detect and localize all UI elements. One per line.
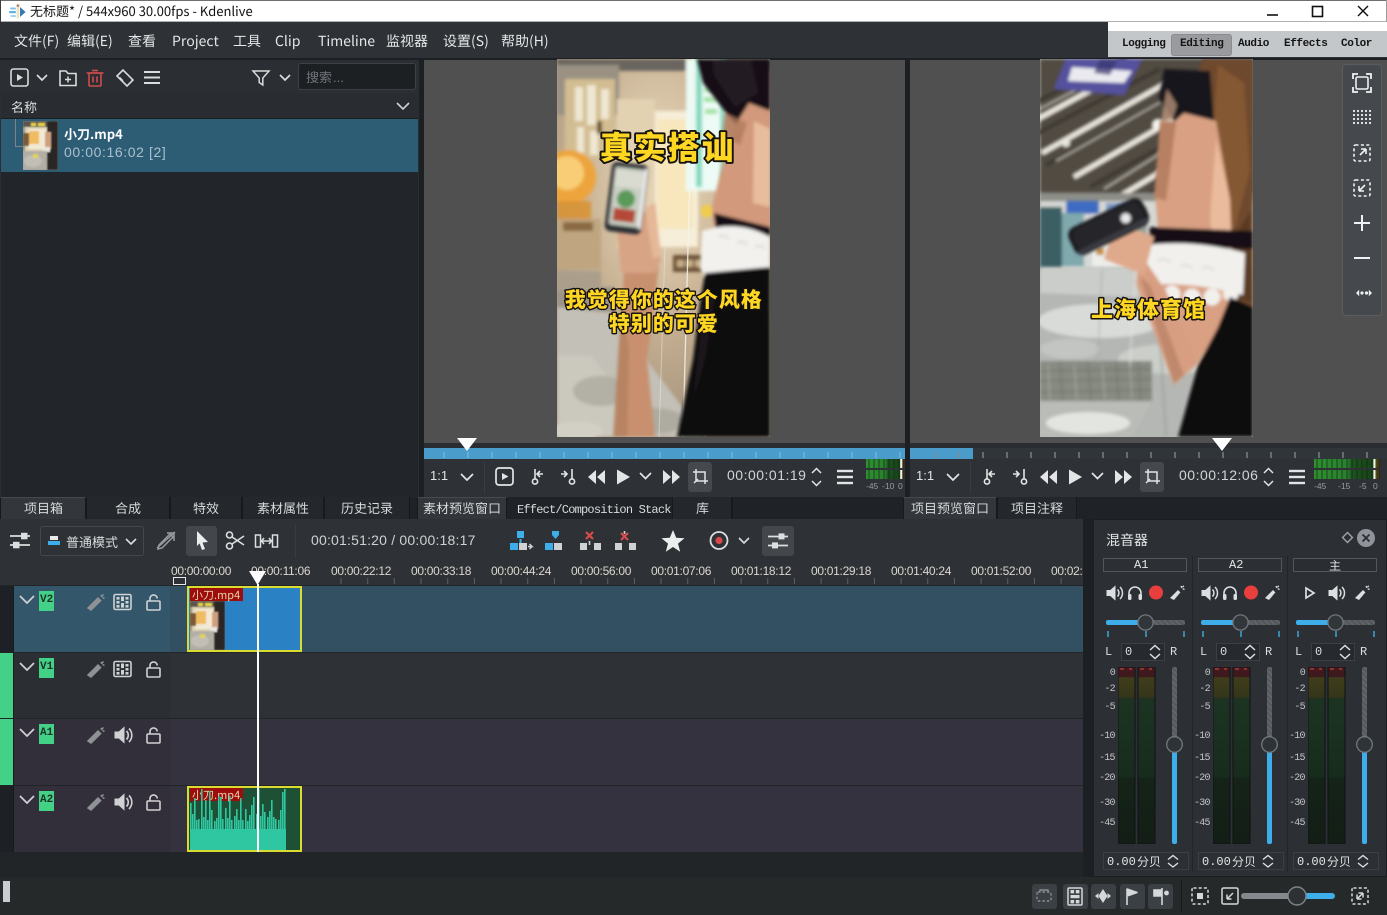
svg-text:-45: -45 bbox=[866, 481, 879, 491]
svg-text:-10: -10 bbox=[882, 481, 895, 491]
svg-text:-15: -15 bbox=[1338, 481, 1351, 491]
svg-text:-45: -45 bbox=[1314, 481, 1327, 491]
svg-text:-5: -5 bbox=[1359, 481, 1367, 491]
svg-text:0: 0 bbox=[1373, 481, 1378, 491]
svg-text:0: 0 bbox=[898, 481, 903, 491]
